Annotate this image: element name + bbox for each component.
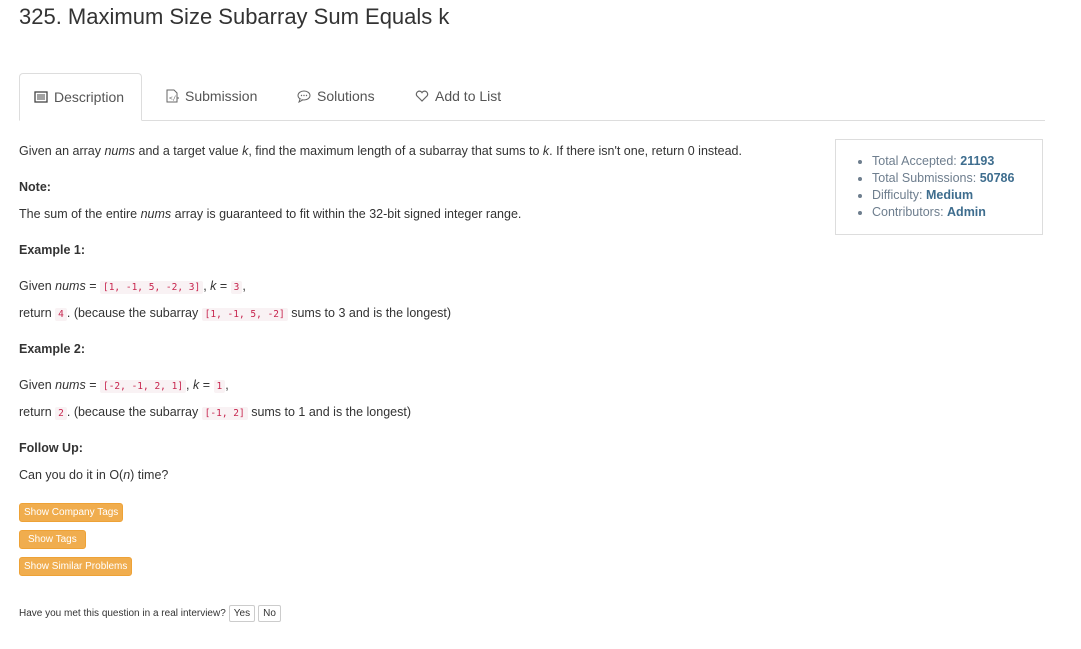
note-heading: Note: xyxy=(19,180,51,194)
code-snippet: 4 xyxy=(55,308,67,321)
interview-prompt: Have you met this question in a real int… xyxy=(19,605,281,622)
code-snippet: 1 xyxy=(213,380,226,393)
code-snippet: [1, -1, 5, -2, 3] xyxy=(99,281,204,294)
example-1-return: return 4. (because the subarray [1, -1, … xyxy=(19,306,452,321)
tab-label: Description xyxy=(54,89,125,105)
total-submissions: Total Submissions: 50786 xyxy=(872,170,1014,187)
description-intro: Given an array nums and a target value k… xyxy=(19,144,742,158)
contributor-link[interactable]: Admin xyxy=(947,205,986,219)
example-1-heading: Example 1: xyxy=(19,243,86,257)
tab-bar: Description </> Submission Solutions Add… xyxy=(19,73,1045,121)
tab-add-to-list[interactable]: Add to List xyxy=(415,73,501,119)
code-snippet: [-2, -1, 2, 1] xyxy=(99,380,187,393)
tab-label: Add to List xyxy=(435,88,502,104)
note-text: The sum of the entire nums array is guar… xyxy=(19,207,522,221)
example-2-given: Given nums = [-2, -1, 2, 1], k = 1, xyxy=(19,378,229,393)
chat-bubble-icon xyxy=(297,89,311,104)
example-1-given: Given nums = [1, -1, 5, -2, 3], k = 3, xyxy=(19,279,246,294)
tab-label: Solutions xyxy=(317,88,375,104)
tab-description[interactable]: Description xyxy=(19,73,142,121)
code-snippet: 3 xyxy=(230,281,243,294)
difficulty-link[interactable]: Medium xyxy=(926,188,973,202)
follow-up-heading: Follow Up: xyxy=(19,441,83,455)
tab-solutions[interactable]: Solutions xyxy=(297,73,375,119)
page-title: 325. Maximum Size Subarray Sum Equals k xyxy=(19,4,450,29)
no-button[interactable]: No xyxy=(258,605,281,622)
tab-submission[interactable]: </> Submission xyxy=(165,73,257,119)
description-icon xyxy=(34,90,48,104)
stats-panel: Total Accepted: 21193 Total Submissions:… xyxy=(835,139,1043,235)
code-snippet: [-1, 2] xyxy=(201,407,248,420)
difficulty: Difficulty: Medium xyxy=(872,187,1014,204)
follow-up-text: Can you do it in O(n) time? xyxy=(19,468,169,482)
show-similar-problems-button[interactable]: Show Similar Problems xyxy=(19,557,133,576)
heart-icon xyxy=(415,89,429,103)
svg-text:</>: </> xyxy=(169,95,179,102)
yes-button[interactable]: Yes xyxy=(228,605,256,622)
code-file-icon: </> xyxy=(165,89,180,103)
contributors: Contributors: Admin xyxy=(872,204,1014,221)
code-snippet: [1, -1, 5, -2] xyxy=(201,308,288,321)
show-company-tags-button[interactable]: Show Company Tags xyxy=(19,503,124,522)
code-snippet: 2 xyxy=(55,407,67,420)
example-2-heading: Example 2: xyxy=(19,342,86,356)
interview-question: Have you met this question in a real int… xyxy=(19,608,226,619)
show-tags-button[interactable]: Show Tags xyxy=(19,530,86,549)
total-accepted: Total Accepted: 21193 xyxy=(872,153,1014,170)
tab-label: Submission xyxy=(185,88,258,104)
example-2-return: return 2. (because the subarray [-1, 2] … xyxy=(19,405,411,420)
